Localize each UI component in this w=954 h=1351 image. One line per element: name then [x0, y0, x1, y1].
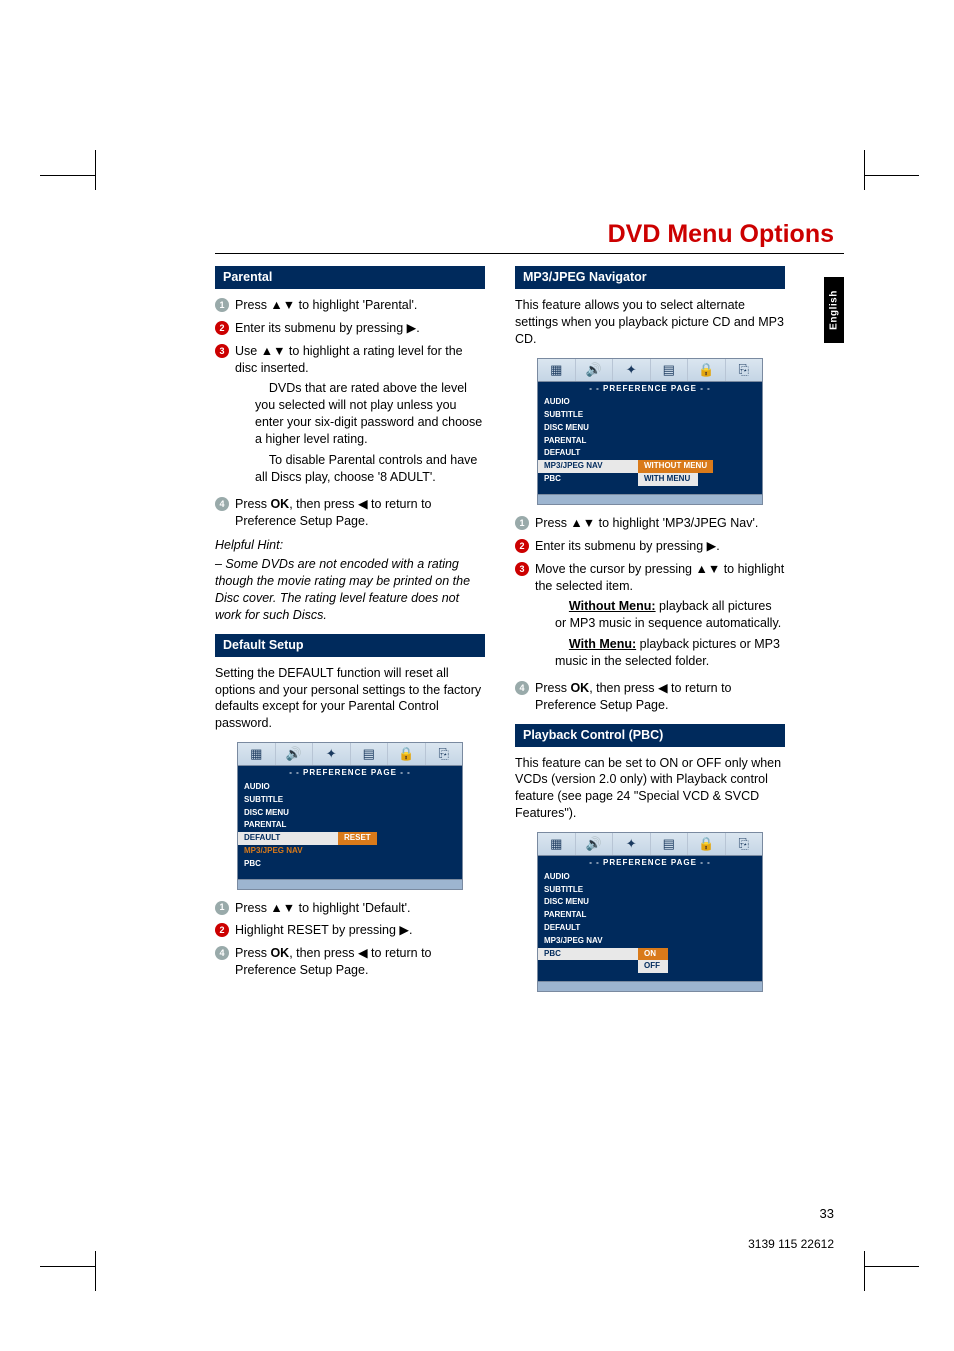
menu-tab-audio-icon: 🔊	[576, 359, 614, 381]
hint-title: Helpful Hint:	[215, 537, 485, 554]
language-tab-label: English	[829, 290, 840, 330]
menu-value: OFF	[638, 960, 668, 973]
menu-footer	[237, 880, 463, 890]
menu-item: PARENTAL	[538, 909, 638, 922]
menu-tab-audio-icon: 🔊	[576, 833, 614, 855]
footer-code: 3139 115 22612	[748, 1237, 834, 1251]
step-4-icon: 4	[515, 681, 529, 695]
paragraph: This feature can be set to ON or OFF onl…	[515, 755, 785, 823]
menu-value-highlight: WITHOUT MENU	[638, 460, 713, 473]
step-text: Press ▲▼ to highlight 'MP3/JPEG Nav'.	[535, 515, 785, 532]
menu-item: DISC MENU	[538, 422, 638, 435]
step-text: Highlight RESET by pressing ▶.	[235, 922, 485, 939]
menu-item: PBC	[238, 858, 338, 871]
paragraph: Without Menu: playback all pictures or M…	[555, 598, 785, 632]
menu-tab-lock-icon: 🔒	[388, 743, 426, 765]
paragraph: Setting the DEFAULT function will reset …	[215, 665, 485, 733]
paragraph: To disable Parental controls and have al…	[255, 452, 485, 486]
menu-tab-video-icon: ✦	[613, 359, 651, 381]
step-3-icon: 3	[215, 344, 229, 358]
section-mp3jpeg: MP3/JPEG Navigator	[515, 266, 785, 289]
menu-item: MP3/JPEG NAV	[238, 845, 338, 858]
step-1-icon: 1	[215, 298, 229, 312]
right-column: MP3/JPEG Navigator This feature allows y…	[515, 266, 785, 1002]
title-rule	[215, 253, 844, 254]
page-title: DVD Menu Options	[215, 220, 844, 249]
step-2-icon: 2	[515, 539, 529, 553]
section-default: Default Setup	[215, 634, 485, 657]
step-text: Enter its submenu by pressing ▶.	[535, 538, 785, 555]
page-number: 33	[820, 1206, 834, 1221]
menu-tab-exit-icon: ⎘	[426, 743, 463, 765]
menu-item: DEFAULT	[538, 447, 638, 460]
menu-tab-video-icon: ✦	[313, 743, 351, 765]
menu-tab-lock-icon: 🔒	[688, 359, 726, 381]
step-2-icon: 2	[215, 321, 229, 335]
paragraph: This feature allows you to select altern…	[515, 297, 785, 348]
menu-item-selected: PBC	[538, 948, 638, 961]
menu-tab-audio-icon: 🔊	[276, 743, 314, 765]
menu-item: PARENTAL	[538, 435, 638, 448]
menu-item: MP3/JPEG NAV	[538, 935, 638, 948]
step-1-icon: 1	[215, 901, 229, 915]
menu-tab-exit-icon: ⎘	[726, 359, 763, 381]
preference-menu-mp3jpeg: ▦ 🔊 ✦ ▤ 🔒 ⎘ - - PREFERENCE PAGE - - AUDI…	[537, 358, 763, 505]
menu-tab-general-icon: ▦	[238, 743, 276, 765]
paragraph: DVDs that are rated above the level you …	[255, 380, 485, 448]
menu-tab-general-icon: ▦	[538, 359, 576, 381]
menu-tab-lock-icon: 🔒	[688, 833, 726, 855]
menu-item: SUBTITLE	[538, 409, 638, 422]
menu-item: DISC MENU	[238, 807, 338, 820]
step-1-icon: 1	[515, 516, 529, 530]
menu-value-highlight: ON	[638, 948, 668, 961]
menu-tab-preference-icon: ▤	[351, 743, 389, 765]
menu-value: WITH MENU	[638, 473, 698, 486]
menu-tab-preference-icon: ▤	[651, 833, 689, 855]
menu-header: - - PREFERENCE PAGE - -	[537, 382, 763, 397]
section-pbc: Playback Control (PBC)	[515, 724, 785, 747]
step-2-icon: 2	[215, 923, 229, 937]
step-text: Press OK, then press ◀ to return to Pref…	[235, 496, 485, 530]
language-tab: English	[824, 277, 844, 343]
step-3-icon: 3	[515, 562, 529, 576]
step-text: Use ▲▼ to highlight a rating level for t…	[235, 343, 485, 490]
menu-item: SUBTITLE	[238, 794, 338, 807]
menu-value-highlight: RESET	[338, 832, 377, 845]
menu-item: AUDIO	[238, 781, 338, 794]
menu-footer	[537, 495, 763, 505]
menu-item: AUDIO	[538, 871, 638, 884]
menu-item	[538, 960, 638, 973]
preference-menu-default: ▦ 🔊 ✦ ▤ 🔒 ⎘ - - PREFERENCE PAGE - - AUDI…	[237, 742, 463, 889]
menu-item: PARENTAL	[238, 819, 338, 832]
menu-tab-preference-icon: ▤	[651, 359, 689, 381]
crop-mark	[864, 1241, 924, 1281]
menu-header: - - PREFERENCE PAGE - -	[537, 856, 763, 871]
step-4-icon: 4	[215, 946, 229, 960]
step-text: Press OK, then press ◀ to return to Pref…	[535, 680, 785, 714]
menu-item: DEFAULT	[538, 922, 638, 935]
menu-tab-exit-icon: ⎘	[726, 833, 763, 855]
menu-header: - - PREFERENCE PAGE - -	[237, 766, 463, 781]
step-text: Press ▲▼ to highlight 'Default'.	[235, 900, 485, 917]
menu-tab-video-icon: ✦	[613, 833, 651, 855]
crop-mark	[40, 1241, 100, 1281]
menu-item: DISC MENU	[538, 896, 638, 909]
menu-item: AUDIO	[538, 396, 638, 409]
paragraph: With Menu: playback pictures or MP3 musi…	[555, 636, 785, 670]
step-text: Enter its submenu by pressing ▶.	[235, 320, 485, 337]
left-column: Parental 1 Press ▲▼ to highlight 'Parenta…	[215, 266, 485, 1002]
menu-tab-general-icon: ▦	[538, 833, 576, 855]
step-text: Press ▲▼ to highlight 'Parental'.	[235, 297, 485, 314]
step-text: Move the cursor by pressing ▲▼ to highli…	[535, 561, 785, 674]
menu-item: PBC	[538, 473, 638, 486]
preference-menu-pbc: ▦ 🔊 ✦ ▤ 🔒 ⎘ - - PREFERENCE PAGE - - AUDI…	[537, 832, 763, 992]
menu-item: SUBTITLE	[538, 884, 638, 897]
menu-item-selected: MP3/JPEG NAV	[538, 460, 638, 473]
menu-footer	[537, 982, 763, 992]
section-parental: Parental	[215, 266, 485, 289]
hint-text: – Some DVDs are not encoded with a ratin…	[215, 556, 485, 624]
menu-item-selected: DEFAULT	[238, 832, 338, 845]
step-text: Press OK, then press ◀ to return to Pref…	[235, 945, 485, 979]
step-4-icon: 4	[215, 497, 229, 511]
